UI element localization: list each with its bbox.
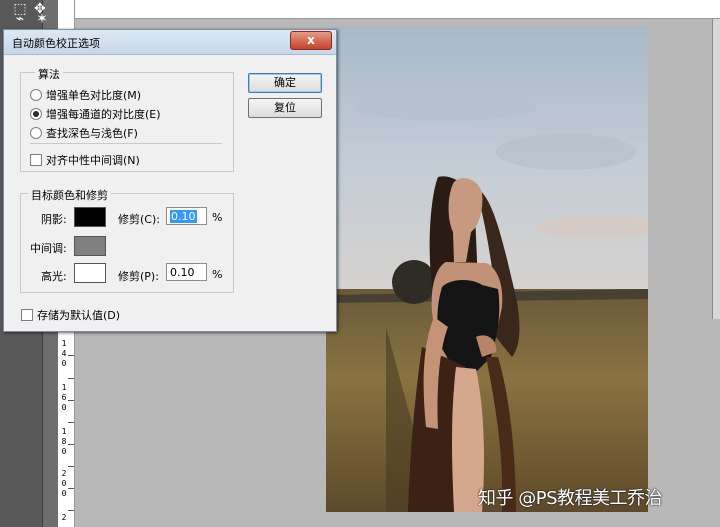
radio-indicator[interactable] [30, 89, 42, 101]
ruler-number: 8 [61, 437, 67, 446]
photo-graphic [326, 27, 648, 512]
algorithm-legend: 算法 [35, 66, 63, 82]
ruler-number: 0 [61, 359, 67, 368]
checkbox-label: 存储为默认值(D) [37, 309, 121, 322]
highlights-label: 高光: [41, 270, 67, 283]
shadows-label: 阴影: [41, 213, 67, 226]
percent-label: % [212, 268, 223, 281]
shadows-clip-label: 修剪(C): [118, 213, 160, 226]
highlights-clip-label: 修剪(P): [118, 270, 159, 283]
ruler-number: 1 [61, 383, 67, 392]
ruler-number: 0 [61, 447, 67, 456]
shadows-clip-value: 0.10 [170, 210, 197, 223]
snap-neutral-checkbox[interactable]: 对齐中性中间调(N) [30, 152, 140, 168]
right-panel [712, 19, 720, 319]
watermark-text: 知乎 @PS教程美工乔治 [478, 488, 663, 509]
radio-label: 查找深色与浅色(F) [46, 127, 138, 140]
radio-find-dark-light[interactable]: 查找深色与浅色(F) [30, 125, 138, 141]
lasso-icon[interactable]: ⌁ [10, 10, 30, 28]
shadows-clip-input[interactable]: 0.10 [166, 207, 207, 225]
target-colors-legend: 目标颜色和修剪 [28, 187, 111, 203]
ok-button[interactable]: 确定 [248, 73, 322, 93]
dialog-titlebar[interactable]: 自动颜色校正选项 x [4, 30, 336, 55]
auto-color-correction-dialog: 自动颜色校正选项 x 算法 增强单色对比度(M) 增强每通道的对比度(E) 查找… [3, 29, 337, 332]
highlights-color-swatch[interactable] [74, 263, 106, 283]
midtones-color-swatch[interactable] [74, 236, 106, 256]
checkbox-box[interactable] [21, 309, 33, 321]
ruler-number: 2 [61, 513, 67, 522]
ruler-number: 6 [61, 393, 67, 402]
close-icon[interactable]: x [290, 31, 332, 50]
ruler-number: 4 [61, 349, 67, 358]
ruler-number: 0 [61, 403, 67, 412]
midtones-label: 中间调: [30, 242, 67, 255]
divider [30, 143, 222, 144]
radio-enhance-per-channel[interactable]: 增强每通道的对比度(E) [30, 106, 161, 122]
highlights-clip-input[interactable]: 0.10 [166, 263, 207, 281]
ruler-number: 0 [61, 489, 67, 498]
document-image[interactable] [326, 27, 648, 512]
dialog-title: 自动颜色校正选项 [12, 37, 100, 50]
checkbox-box[interactable] [30, 154, 42, 166]
ruler-top [60, 0, 720, 19]
percent-label: % [212, 211, 223, 224]
ruler-number: 1 [61, 427, 67, 436]
radio-label: 增强单色对比度(M) [46, 89, 142, 102]
radio-indicator-selected[interactable] [30, 108, 42, 120]
ruler-number: 0 [61, 479, 67, 488]
shadows-color-swatch[interactable] [74, 207, 106, 227]
ruler-number: 2 [61, 469, 67, 478]
checkbox-label: 对齐中性中间调(N) [46, 154, 140, 167]
ruler-number: 1 [61, 339, 67, 348]
radio-enhance-monochromatic[interactable]: 增强单色对比度(M) [30, 87, 141, 103]
reset-button[interactable]: 复位 [248, 98, 322, 118]
radio-indicator[interactable] [30, 127, 42, 139]
magic-wand-icon[interactable]: ✶ [32, 10, 52, 28]
save-as-default-checkbox[interactable]: 存储为默认值(D) [21, 307, 120, 323]
radio-label: 增强每通道的对比度(E) [46, 108, 161, 121]
